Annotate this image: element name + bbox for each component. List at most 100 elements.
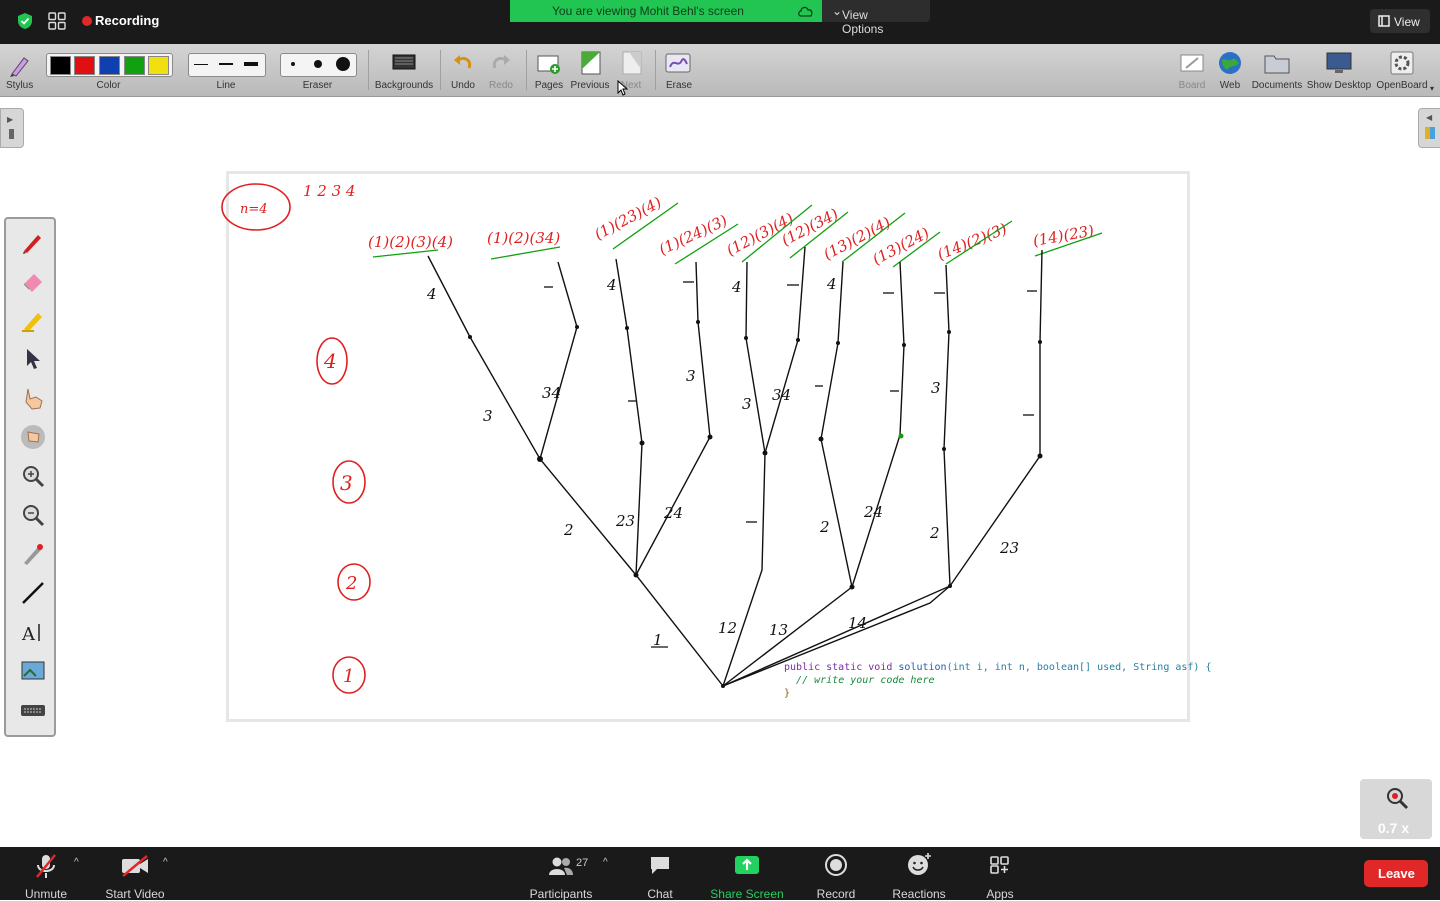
color-label: Color xyxy=(96,80,121,91)
code-keywords: public static void xyxy=(784,662,893,673)
start-video-button[interactable]: Start Video xyxy=(100,887,170,901)
laser-pointer-icon[interactable] xyxy=(20,541,46,567)
record-button[interactable]: Record xyxy=(810,887,862,901)
eraser-medium-button[interactable] xyxy=(314,60,322,68)
eraser-large-button[interactable] xyxy=(336,57,350,71)
zoom-reset-icon[interactable] xyxy=(1384,785,1410,811)
whiteboard-page[interactable] xyxy=(226,171,1190,722)
viewing-banner: You are viewing Mohit Behl's screen xyxy=(510,0,822,22)
next-page-icon[interactable] xyxy=(621,51,643,75)
color-green-swatch[interactable] xyxy=(124,56,145,75)
code-arguments: (int i, int n, boolean[] used, String as… xyxy=(946,662,1212,673)
expand-left-arrow-icon: ◀ xyxy=(1426,113,1433,122)
reactions-emoji-icon[interactable] xyxy=(907,852,933,876)
board-label: Board xyxy=(1178,80,1206,91)
color-yellow-swatch[interactable] xyxy=(148,56,169,75)
marker-tool-icon[interactable] xyxy=(20,307,46,333)
toolbar-separator xyxy=(655,50,656,90)
color-blue-swatch[interactable] xyxy=(99,56,120,75)
undo-icon[interactable] xyxy=(452,52,474,74)
show-desktop-label: Show Desktop xyxy=(1306,80,1372,91)
participants-icon[interactable] xyxy=(548,856,574,876)
share-screen-icon[interactable] xyxy=(734,855,760,875)
tool-palette: A xyxy=(4,217,56,737)
backgrounds-icon[interactable] xyxy=(392,52,416,74)
show-desktop-icon[interactable] xyxy=(1326,52,1352,76)
documents-label: Documents xyxy=(1251,80,1303,91)
zoom-in-icon[interactable] xyxy=(20,463,46,489)
color-red-swatch[interactable] xyxy=(74,56,95,75)
cloud-icon xyxy=(798,6,813,17)
redo-icon[interactable] xyxy=(490,52,512,74)
openboard-settings-gear-icon[interactable] xyxy=(1390,51,1414,75)
unmute-button[interactable]: Unmute xyxy=(16,887,76,901)
erase-label: Erase xyxy=(665,80,693,91)
record-icon[interactable] xyxy=(825,854,847,876)
line-label: Line xyxy=(216,80,236,91)
apps-button[interactable]: Apps xyxy=(978,887,1022,901)
video-off-icon[interactable] xyxy=(120,855,150,877)
chat-bubble-icon[interactable] xyxy=(649,855,671,875)
participants-caret-icon[interactable]: ^ xyxy=(603,857,608,868)
audio-options-caret-icon[interactable]: ^ xyxy=(74,857,79,868)
previous-label: Previous xyxy=(570,80,610,91)
code-comment: // write your code here xyxy=(796,675,935,686)
backgrounds-label: Backgrounds xyxy=(374,80,434,91)
recording-dot-icon xyxy=(82,16,92,26)
apps-icon[interactable] xyxy=(989,855,1011,875)
openboard-menu-arrow-icon[interactable]: ▾ xyxy=(1430,84,1434,93)
zoom-level: 0.7 x xyxy=(1378,820,1410,836)
reactions-button[interactable]: Reactions xyxy=(886,887,952,901)
pen-tool-icon[interactable] xyxy=(20,229,46,255)
line-thick-button[interactable] xyxy=(244,62,258,66)
pan-hand-icon[interactable] xyxy=(20,424,46,450)
openboard-label: OpenBoard xyxy=(1376,80,1428,91)
stylus-icon[interactable] xyxy=(6,52,32,78)
line-thin-button[interactable] xyxy=(194,64,208,65)
code-snippet: public static void solution(int i, int n… xyxy=(784,661,1211,700)
interact-hand-icon[interactable] xyxy=(20,385,46,411)
left-panel-toggle[interactable]: ▶ xyxy=(0,108,24,148)
line-tool-icon[interactable] xyxy=(20,580,46,606)
share-screen-button[interactable]: Share Screen xyxy=(704,887,790,901)
toolbar-separator xyxy=(440,50,441,90)
eraser-tool-icon[interactable] xyxy=(20,268,46,294)
redo-label: Redo xyxy=(489,80,513,91)
participants-button[interactable]: Participants xyxy=(524,887,598,901)
board-icon[interactable] xyxy=(1180,52,1204,76)
web-globe-icon[interactable] xyxy=(1218,51,1242,75)
recording-label[interactable]: Recording xyxy=(95,13,159,28)
right-panel-toggle[interactable]: ◀ xyxy=(1418,108,1440,148)
toolbar-separator xyxy=(526,50,527,90)
undo-label: Undo xyxy=(451,80,475,91)
capture-tool-icon[interactable] xyxy=(20,658,46,684)
svg-text:A: A xyxy=(21,624,36,645)
code-function-name: solution xyxy=(898,662,947,673)
security-shield-icon[interactable] xyxy=(16,12,34,30)
gallery-grid-icon[interactable] xyxy=(48,12,66,30)
muted-microphone-icon[interactable] xyxy=(34,853,58,879)
line-medium-button[interactable] xyxy=(219,63,233,65)
leave-meeting-button[interactable]: Leave xyxy=(1364,860,1428,887)
pages-icon[interactable] xyxy=(537,52,561,76)
eraser-small-button[interactable] xyxy=(291,62,295,66)
erase-icon[interactable] xyxy=(665,52,691,76)
pages-label: Pages xyxy=(534,80,564,91)
view-options-label: View Options ⌄ xyxy=(832,4,884,36)
previous-page-icon[interactable] xyxy=(580,51,602,75)
color-black-swatch[interactable] xyxy=(50,56,71,75)
code-closing-brace: } xyxy=(784,688,791,699)
selector-arrow-icon[interactable] xyxy=(20,346,46,372)
viewing-banner-text: You are viewing Mohit Behl's screen xyxy=(552,4,744,18)
toolbar-separator xyxy=(368,50,369,90)
text-tool-icon[interactable]: A xyxy=(20,619,46,645)
keyboard-icon[interactable] xyxy=(20,697,46,723)
video-options-caret-icon[interactable]: ^ xyxy=(163,857,168,868)
zoom-out-icon[interactable] xyxy=(20,502,46,528)
eraser-label: Eraser xyxy=(302,80,333,91)
view-button[interactable]: View xyxy=(1370,9,1430,33)
participant-count: 27 xyxy=(576,857,589,869)
chat-button[interactable]: Chat xyxy=(636,887,684,901)
documents-folder-icon[interactable] xyxy=(1264,52,1290,74)
view-options-button[interactable]: View Options ⌄ xyxy=(822,0,930,36)
